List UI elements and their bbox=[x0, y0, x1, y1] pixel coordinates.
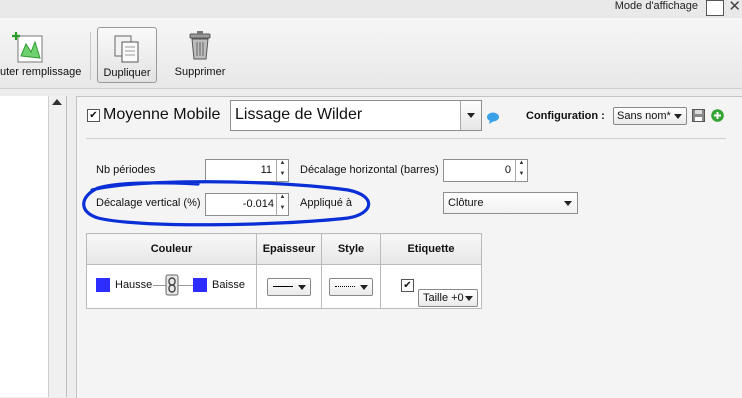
style-table: Couleur Epaisseur Style Etiquette Hausse… bbox=[86, 233, 482, 309]
thickness-select[interactable] bbox=[267, 277, 311, 296]
indicator-name: Moyenne Mobile bbox=[103, 106, 221, 123]
add-fill-button[interactable]: uter remplissage bbox=[0, 30, 84, 82]
label-size-value: Taille +0 bbox=[423, 291, 464, 304]
label-cell: ✔ Taille +0 bbox=[380, 264, 482, 309]
duplicate-icon bbox=[114, 35, 139, 63]
duplicate-label: Dupliquer bbox=[103, 67, 151, 79]
fall-color-swatch[interactable] bbox=[193, 278, 207, 292]
add-fill-label: uter remplissage bbox=[0, 66, 82, 78]
display-mode-icon[interactable] bbox=[706, 0, 724, 16]
thickness-column-header: Epaisseur bbox=[256, 233, 322, 265]
label-size-select[interactable]: Taille +0 bbox=[418, 288, 478, 307]
chevron-down-icon bbox=[298, 284, 306, 290]
indicator-type-value: Lissage de Wilder bbox=[235, 106, 363, 123]
periods-value: 11 bbox=[260, 164, 272, 176]
rise-color-swatch[interactable] bbox=[96, 278, 110, 292]
duplicate-button[interactable]: Dupliquer bbox=[97, 27, 157, 83]
style-column-header: Style bbox=[321, 233, 381, 265]
horizontal-shift-label: Décalage horizontal (barres) bbox=[300, 164, 439, 176]
trash-icon bbox=[189, 31, 211, 60]
chain-link-icon[interactable] bbox=[165, 274, 179, 296]
rise-label: Hausse bbox=[115, 279, 153, 291]
style-cell bbox=[321, 264, 381, 309]
configuration-select[interactable]: Sans nom* bbox=[613, 107, 687, 125]
delete-label: Supprimer bbox=[174, 66, 226, 78]
applied-to-select[interactable]: Clôture bbox=[443, 192, 578, 214]
indicator-type-select[interactable]: Lissage de Wilder bbox=[230, 100, 482, 131]
hand-drawn-highlight-ellipse bbox=[82, 180, 371, 227]
save-icon[interactable] bbox=[692, 109, 705, 122]
add-fill-icon bbox=[12, 32, 43, 63]
indicator-type-dropdown-button[interactable] bbox=[460, 101, 481, 130]
chevron-down-icon bbox=[674, 114, 682, 119]
dotted-line-sample bbox=[335, 285, 355, 287]
color-column-header: Couleur bbox=[86, 233, 257, 265]
display-mode-label[interactable]: Mode d'affichage bbox=[615, 0, 698, 12]
chevron-down-icon bbox=[467, 113, 475, 118]
toolbar-separator bbox=[90, 32, 91, 80]
add-configuration-icon[interactable] bbox=[711, 109, 724, 122]
periods-label: Nb périodes bbox=[96, 164, 156, 176]
line-style-select[interactable] bbox=[329, 277, 373, 296]
horizontal-shift-input[interactable]: 0 ▲ ▼ bbox=[443, 159, 528, 182]
color-cell: Hausse Baisse bbox=[86, 264, 257, 309]
delete-button[interactable]: Supprimer bbox=[168, 30, 232, 82]
fall-label: Baisse bbox=[212, 279, 246, 291]
chevron-down-icon bbox=[360, 284, 368, 290]
close-icon[interactable]: ✕ bbox=[728, 0, 741, 15]
label-column-header: Etiquette bbox=[380, 233, 482, 265]
show-label-checkbox[interactable]: ✔ bbox=[401, 279, 414, 292]
horizontal-shift-spinner[interactable]: ▲ ▼ bbox=[515, 160, 527, 181]
header-divider bbox=[86, 138, 726, 139]
thickness-cell bbox=[256, 264, 322, 309]
configuration-label: Configuration : bbox=[526, 110, 605, 122]
scroll-up-arrow-icon[interactable] bbox=[52, 99, 62, 105]
configuration-value: Sans nom* bbox=[617, 110, 671, 122]
left-scrollbar[interactable] bbox=[48, 96, 66, 397]
solid-line-sample bbox=[273, 285, 293, 287]
indicator-enabled-checkbox[interactable]: ✔ bbox=[87, 109, 100, 122]
comment-bubble-icon[interactable] bbox=[486, 112, 500, 124]
chevron-down-icon bbox=[564, 201, 572, 206]
horizontal-shift-value: 0 bbox=[504, 164, 511, 176]
applied-to-value: Clôture bbox=[448, 197, 484, 209]
chevron-down-icon bbox=[465, 295, 473, 301]
